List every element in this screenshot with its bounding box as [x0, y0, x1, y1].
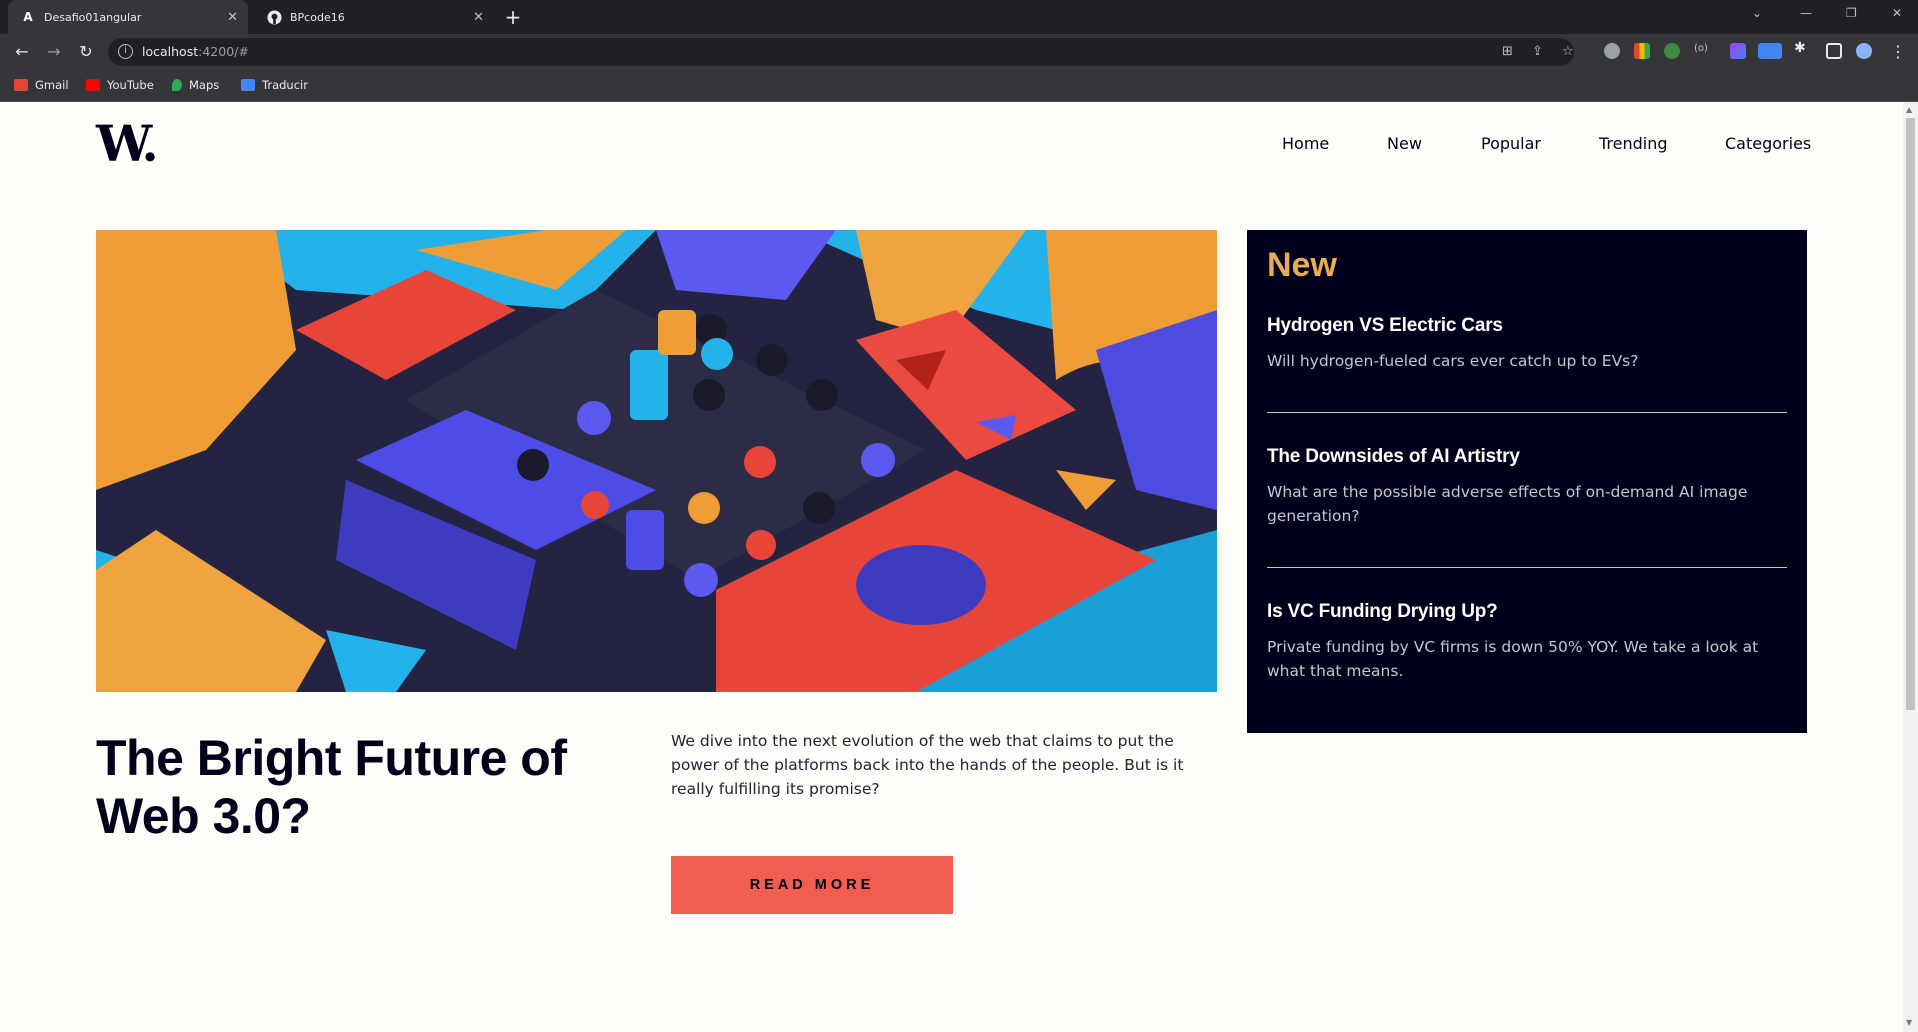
- bookmark-star-icon[interactable]: ☆: [1562, 44, 1574, 59]
- sidebar-article-text: Private funding by VC firms is down 50% …: [1267, 638, 1759, 680]
- web-page: W. Home New Popular Trending Categories: [0, 102, 1903, 1032]
- browser-toolbar: ← → ↻ i localhost:4200/# ⊞ ⇪ ☆ (o) ✱ ⋮: [0, 34, 1918, 70]
- new-tab-button[interactable]: +: [500, 4, 526, 30]
- nav-trending[interactable]: Trending: [1599, 134, 1668, 153]
- scroll-down-icon[interactable]: ▼: [1906, 1018, 1912, 1027]
- article-title: The Bright Future of Web 3.0?: [96, 730, 567, 844]
- extension-icon[interactable]: (o): [1694, 43, 1710, 59]
- bookmark-maps[interactable]: Maps: [172, 78, 219, 92]
- nav-popular[interactable]: Popular: [1481, 134, 1541, 153]
- menu-icon[interactable]: ⋮: [1888, 42, 1908, 61]
- translate-icon[interactable]: ⊞: [1502, 44, 1513, 59]
- puzzle-icon[interactable]: ✱: [1794, 40, 1810, 56]
- new-articles-sidebar: New Hydrogen VS Electric Cars Will hydro…: [1247, 230, 1807, 733]
- browser-tab[interactable]: A Desafio01angular ✕: [8, 0, 248, 34]
- scroll-up-icon[interactable]: ▲: [1906, 105, 1912, 114]
- sidebar-article-title[interactable]: Is VC Funding Drying Up?: [1267, 601, 1787, 623]
- scrollbar-thumb[interactable]: [1906, 118, 1915, 710]
- avatar[interactable]: [1856, 43, 1872, 59]
- github-icon: [266, 9, 282, 25]
- read-more-button[interactable]: READ MORE: [671, 856, 953, 914]
- hero-image: [96, 230, 1217, 692]
- browser-tab-strip: A Desafio01angular ✕ BPcode16 ✕ + ⌄ — ❐ …: [0, 0, 1918, 34]
- tab-title: Desafio01angular: [44, 10, 142, 24]
- forward-icon[interactable]: →: [44, 42, 64, 61]
- tab-title: BPcode16: [290, 10, 345, 24]
- site-logo[interactable]: W.: [96, 114, 159, 173]
- sidebar-article[interactable]: Is VC Funding Drying Up? Private funding…: [1267, 601, 1787, 683]
- gmail-icon: [14, 79, 28, 91]
- restore-icon[interactable]: ❐: [1846, 6, 1857, 20]
- window-close-icon[interactable]: ✕: [1892, 6, 1902, 20]
- nav-new[interactable]: New: [1387, 134, 1422, 153]
- sidebar-article-text: What are the possible adverse effects of…: [1267, 483, 1748, 525]
- maps-icon: [172, 79, 182, 91]
- bookmarks-bar: Gmail YouTube Maps Traducir: [0, 70, 1918, 102]
- url-text[interactable]: localhost:4200/#: [142, 44, 249, 59]
- extension-icon[interactable]: [1634, 43, 1650, 59]
- article-lede: We dive into the next evolution of the w…: [671, 732, 1184, 798]
- extension-icon[interactable]: [1664, 43, 1680, 59]
- youtube-icon: [86, 79, 100, 91]
- browser-tab[interactable]: BPcode16 ✕: [254, 0, 494, 34]
- address-bar[interactable]: i localhost:4200/# ⊞ ⇪ ☆: [108, 38, 1574, 66]
- share-icon[interactable]: ⇪: [1532, 44, 1543, 59]
- reload-icon[interactable]: ↻: [76, 42, 96, 61]
- nav-categories[interactable]: Categories: [1725, 134, 1811, 153]
- sidebar-article-title[interactable]: The Downsides of AI Artistry: [1267, 446, 1787, 468]
- site-info-icon[interactable]: i: [118, 44, 133, 59]
- bookmark-translate[interactable]: Traducir: [241, 78, 308, 92]
- sidebar-article-title[interactable]: Hydrogen VS Electric Cars: [1267, 315, 1787, 337]
- bookmark-gmail[interactable]: Gmail: [14, 78, 69, 92]
- sidebar-article[interactable]: Hydrogen VS Electric Cars Will hydrogen-…: [1267, 315, 1787, 373]
- translate-icon: [241, 79, 255, 91]
- minimize-icon[interactable]: —: [1800, 6, 1812, 20]
- extension-icon[interactable]: [1604, 43, 1620, 59]
- bookmark-youtube[interactable]: YouTube: [86, 78, 154, 92]
- close-tab-icon[interactable]: ✕: [227, 10, 238, 25]
- close-tab-icon[interactable]: ✕: [473, 10, 484, 25]
- back-icon[interactable]: ←: [12, 42, 32, 61]
- nav-home[interactable]: Home: [1282, 134, 1329, 153]
- sidebar-article[interactable]: The Downsides of AI Artistry What are th…: [1267, 446, 1787, 528]
- divider: [1267, 412, 1787, 413]
- side-panel-icon[interactable]: [1826, 43, 1842, 59]
- tab-search-icon[interactable]: ⌄: [1752, 6, 1762, 20]
- extension-new-icon[interactable]: [1758, 43, 1782, 59]
- sidebar-article-text: Will hydrogen-fueled cars ever catch up …: [1267, 352, 1639, 370]
- sidebar-heading: New: [1267, 246, 1337, 284]
- page-scrollbar[interactable]: ▲ ▼: [1903, 102, 1918, 1032]
- angular-icon: A: [23, 10, 33, 24]
- extension-icon[interactable]: [1730, 43, 1746, 59]
- divider: [1267, 567, 1787, 568]
